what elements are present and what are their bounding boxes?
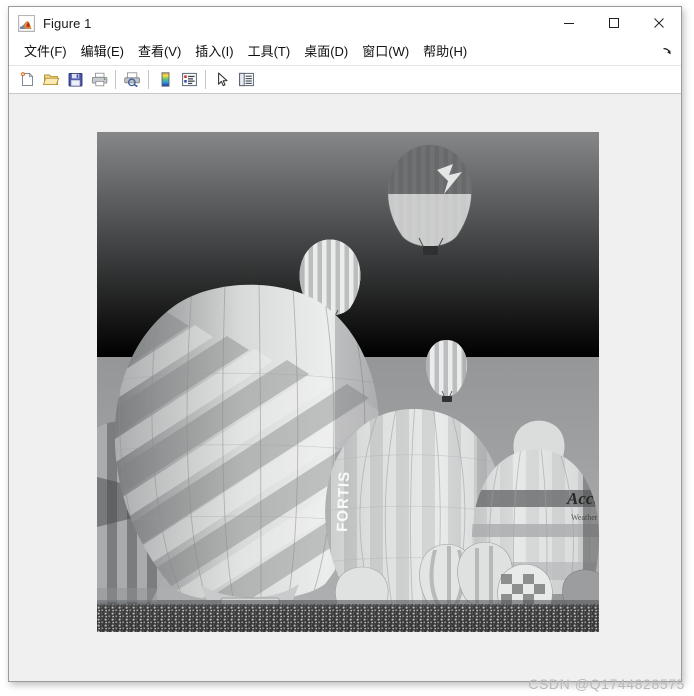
open-folder-icon [42,71,60,88]
property-inspector-icon [238,71,255,88]
property-inspector-button[interactable] [234,68,258,92]
menu-bar: 文件(F) 编辑(E) 查看(V) 插入(I) 工具(T) 桌面(D) 窗口(W… [9,39,681,65]
save-figure-button[interactable] [63,68,87,92]
print-figure-button[interactable] [87,68,111,92]
window-controls [546,7,681,39]
save-floppy-icon [67,71,84,88]
overflow-arrow-icon[interactable] [661,45,674,58]
pointer-arrow-icon [214,71,231,88]
menu-help[interactable]: 帮助(H) [416,42,474,62]
insert-legend-button[interactable] [177,68,201,92]
svg-text:Weather: Weather [571,513,598,522]
menu-file[interactable]: 文件(F) [17,42,74,62]
menu-edit[interactable]: 编辑(E) [74,42,131,62]
menu-insert[interactable]: 插入(I) [188,42,240,62]
title-bar[interactable]: Figure 1 [9,7,681,39]
menu-window[interactable]: 窗口(W) [355,42,416,62]
window-title: Figure 1 [43,15,92,31]
maximize-button[interactable] [591,7,636,38]
toolbar [9,65,681,94]
close-button[interactable] [636,7,681,38]
menu-view[interactable]: 查看(V) [131,42,188,62]
edit-plot-button[interactable] [210,68,234,92]
legend-icon [181,71,198,88]
svg-text:FORTIS: FORTIS [334,471,353,533]
new-figure-button[interactable] [15,68,39,92]
figure-canvas[interactable]: FORTIS Acc Weather [9,94,681,681]
menu-tools[interactable]: 工具(T) [241,42,298,62]
separator-3 [205,70,206,89]
csdn-watermark: CSDN @Q1744828575 [528,676,685,692]
figure-window: Figure 1 文件(F) 编辑(E) 查看(V) 插入(I) 工具(T) 桌… [8,6,682,682]
print-preview-icon [123,71,141,88]
insert-colorbar-button[interactable] [153,68,177,92]
new-figure-icon [19,71,36,88]
separator-2 [148,70,149,89]
screenshot-root: Figure 1 文件(F) 编辑(E) 查看(V) 插入(I) 工具(T) 桌… [0,0,694,696]
open-file-button[interactable] [39,68,63,92]
menu-desktop[interactable]: 桌面(D) [297,42,355,62]
minimize-button[interactable] [546,7,591,38]
print-preview-button[interactable] [120,68,144,92]
balloons-grayscale-image[interactable]: FORTIS Acc Weather [97,132,599,632]
colorbar-icon [157,71,174,88]
printer-icon [91,71,108,88]
separator-1 [115,70,116,89]
matlab-membrane-icon [18,14,35,32]
